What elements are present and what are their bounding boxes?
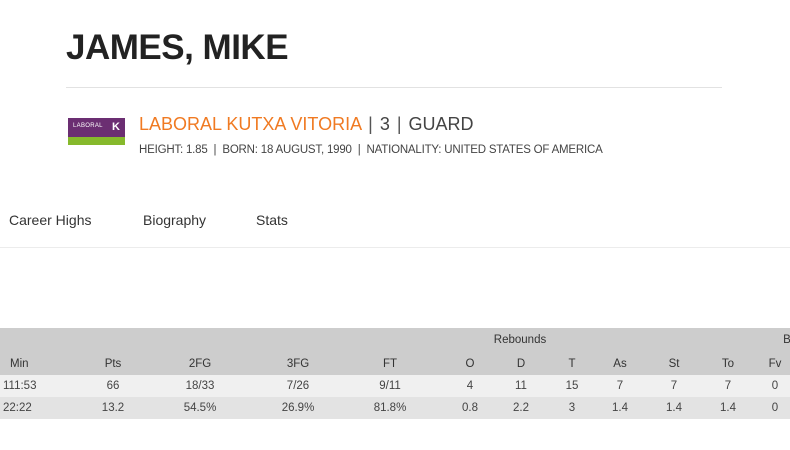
team-logo: LABORAL K (68, 118, 125, 145)
player-name: JAMES, MIKE (66, 28, 289, 67)
cell-2fg: 54.5% (183, 402, 217, 414)
player-born: BORN: 18 AUGUST, 1990 (222, 144, 352, 156)
tab-career-highs[interactable]: Career Highs (9, 212, 91, 228)
cell-pts: 66 (106, 380, 120, 392)
cell-min: 22:22 (3, 402, 32, 414)
col-as: As (613, 358, 627, 370)
col-to: To (721, 358, 735, 370)
separator: | (213, 144, 217, 156)
table-header-row: Min Pts 2FG 3FG FT O D T As St To Fv (0, 353, 790, 375)
logo-text: LABORAL (73, 123, 103, 129)
cell-pts: 13.2 (101, 402, 125, 414)
col-o: O (465, 358, 475, 370)
col-2fg: 2FG (188, 358, 212, 370)
cell-3fg: 7/26 (286, 380, 310, 392)
cell-t: 3 (568, 402, 576, 414)
player-nationality: NATIONALITY: UNITED STATES OF AMERICA (366, 144, 603, 156)
player-info: HEIGHT: 1.85 | BORN: 18 AUGUST, 1990 | N… (139, 144, 603, 156)
tabs-divider (0, 247, 790, 248)
cell-as: 7 (616, 380, 624, 392)
cell-fv: 0 (771, 402, 779, 414)
stats-table: Rebounds B Min Pts 2FG 3FG FT O D T As S… (0, 328, 790, 419)
table-row: 111:53 66 18/33 7/26 9/11 4 11 15 7 7 7 … (0, 375, 790, 397)
cell-ft: 9/11 (379, 380, 401, 392)
profile-tabs: Career Highs Biography Stats (0, 212, 790, 248)
team-line: LABORAL KUTXA VITORIA | 3 | GUARD (139, 114, 474, 135)
separator: | (357, 144, 361, 156)
col-ft: FT (382, 358, 398, 370)
col-pts: Pts (104, 358, 122, 370)
cell-d: 2.2 (513, 402, 529, 414)
cell-ft: 81.8% (373, 402, 407, 414)
separator: | (396, 114, 402, 134)
group-overflow: B (783, 334, 790, 346)
col-t: T (568, 358, 576, 370)
col-min: Min (10, 358, 29, 370)
cell-to: 1.4 (720, 402, 736, 414)
cell-fv: 0 (771, 380, 779, 392)
cell-as: 1.4 (612, 402, 628, 414)
cell-o: 0.8 (462, 402, 478, 414)
cell-d: 11 (515, 380, 527, 392)
table-group-header: Rebounds B (0, 328, 790, 353)
group-rebounds: Rebounds (493, 334, 547, 346)
tab-stats[interactable]: Stats (256, 212, 288, 228)
cell-st: 7 (670, 380, 678, 392)
table-row: 22:22 13.2 54.5% 26.9% 81.8% 0.8 2.2 3 1… (0, 397, 790, 419)
player-number: 3 (379, 114, 390, 134)
col-st: St (668, 358, 680, 370)
separator: | (368, 114, 373, 134)
tab-biography[interactable]: Biography (143, 212, 206, 228)
cell-3fg: 26.9% (281, 402, 315, 414)
cell-o: 4 (466, 380, 474, 392)
team-name-link[interactable]: LABORAL KUTXA VITORIA (139, 114, 361, 134)
cell-2fg: 18/33 (185, 380, 215, 392)
cell-min: 111:53 (3, 380, 37, 392)
cell-to: 7 (724, 380, 732, 392)
col-fv: Fv (768, 358, 782, 370)
cell-st: 1.4 (666, 402, 682, 414)
cell-t: 15 (565, 380, 579, 392)
logo-mark: K (112, 121, 120, 133)
col-3fg: 3FG (286, 358, 310, 370)
col-d: D (516, 358, 526, 370)
logo-stripe (68, 137, 125, 145)
player-height: HEIGHT: 1.85 (139, 144, 208, 156)
title-divider (66, 87, 722, 88)
player-position: GUARD (408, 114, 474, 134)
